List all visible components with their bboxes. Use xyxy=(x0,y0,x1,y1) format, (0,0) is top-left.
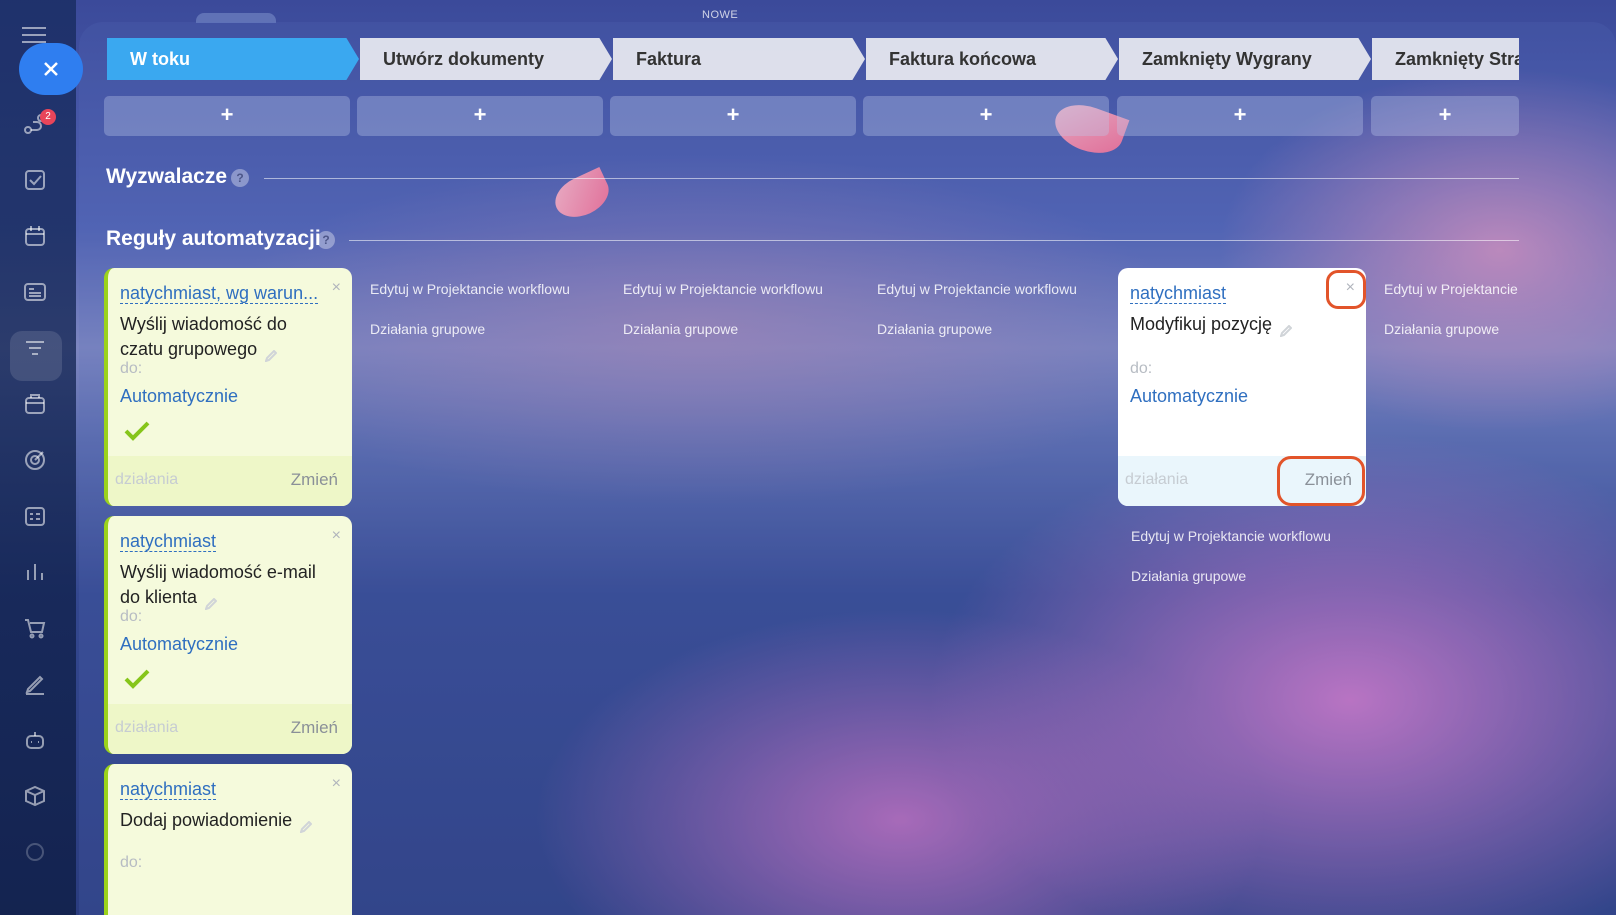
box-icon[interactable] xyxy=(21,782,49,810)
group-actions-link[interactable]: Działania grupowe xyxy=(623,321,738,337)
actions-label: działania xyxy=(115,719,179,736)
stage-bar: W toku Utwórz dokumenty Faktura Faktura … xyxy=(107,38,1519,80)
menu-icon[interactable] xyxy=(22,27,46,43)
rules-heading: Reguły automatyzacji xyxy=(106,227,321,250)
rule-title-text: Wyślij wiadomość do czatu grupowego xyxy=(120,314,287,359)
rule-title-text: Wyślij wiadomość e-mail do klienta xyxy=(120,562,316,607)
triggers-heading: Wyzwalacze xyxy=(106,165,228,188)
add-button[interactable]: + xyxy=(863,96,1109,136)
schedule-icon[interactable] xyxy=(21,502,49,530)
news-icon[interactable] xyxy=(21,278,49,306)
add-row: + + + + + + xyxy=(79,96,1519,136)
left-sidebar xyxy=(0,0,76,915)
stage-faktura[interactable]: Faktura xyxy=(613,38,865,80)
robot-icon[interactable] xyxy=(21,726,49,754)
card-footer: działania Zmień xyxy=(108,456,352,506)
trigger-link[interactable]: natychmiast xyxy=(120,531,217,552)
rule-title-text: Modyfikuj pozycję xyxy=(1130,314,1273,334)
trigger-link[interactable]: natychmiast xyxy=(1130,283,1227,304)
close-icon[interactable]: × xyxy=(332,528,341,544)
stage-faktura-koncowa[interactable]: Faktura końcowa xyxy=(866,38,1118,80)
highlight-ring-close xyxy=(1326,270,1366,309)
assignee-link[interactable]: Automatycznie xyxy=(1130,386,1248,407)
add-button[interactable]: + xyxy=(357,96,603,136)
funnel-icon[interactable] xyxy=(21,334,49,362)
edit-workflow-link[interactable]: Edytuj w Projektancie workflowu xyxy=(1131,528,1331,544)
pencil-icon[interactable] xyxy=(299,815,313,834)
to-label: do: xyxy=(120,360,143,377)
to-label: do: xyxy=(120,608,143,625)
stage-utworz-dokumenty[interactable]: Utwórz dokumenty xyxy=(360,38,612,80)
help-icon[interactable]: ? xyxy=(231,169,249,187)
rule-card[interactable]: natychmiast × Dodaj powiadomienie do: xyxy=(104,764,352,915)
add-button[interactable]: + xyxy=(610,96,856,136)
pencil-icon[interactable] xyxy=(264,344,278,363)
actions-label: działania xyxy=(1125,471,1189,488)
analytics-icon[interactable] xyxy=(21,558,49,586)
target-icon[interactable] xyxy=(21,446,49,474)
sign-icon[interactable] xyxy=(21,670,49,698)
rule-title: Dodaj powiadomienie xyxy=(120,808,330,834)
stage-w-toku[interactable]: W toku xyxy=(107,38,359,80)
add-button[interactable]: + xyxy=(104,96,350,136)
add-button[interactable]: + xyxy=(1117,96,1363,136)
actions-label: działania xyxy=(115,471,179,488)
assignee-link[interactable]: Automatycznie xyxy=(120,634,238,655)
help-icon[interactable]: ? xyxy=(317,231,335,249)
change-button[interactable]: Zmień xyxy=(291,470,338,490)
group-actions-link[interactable]: Działania grupowe xyxy=(1131,568,1246,584)
edit-workflow-link[interactable]: Edytuj w Projektancie xyxy=(1384,281,1518,297)
calendar-icon[interactable] xyxy=(21,222,49,250)
divider xyxy=(349,240,1519,241)
trigger-link[interactable]: natychmiast xyxy=(120,779,217,800)
check-icon xyxy=(124,669,150,689)
rule-card[interactable]: natychmiast, wg warun... × Wyślij wiadom… xyxy=(104,268,352,506)
rule-title: Wyślij wiadomość do czatu grupowego xyxy=(120,312,330,363)
stage-zamkniety-wygrany[interactable]: Zamknięty Wygrany xyxy=(1119,38,1371,80)
stage-zamkniety-stracony[interactable]: Zamknięty Strac xyxy=(1372,38,1519,80)
group-actions-link[interactable]: Działania grupowe xyxy=(877,321,992,337)
check-icon xyxy=(124,421,150,441)
rule-title-text: Dodaj powiadomienie xyxy=(120,810,293,830)
rule-card[interactable]: natychmiast × Wyślij wiadomość e-mail do… xyxy=(104,516,352,754)
close-icon[interactable]: × xyxy=(332,280,341,296)
top-label: NOWE xyxy=(702,9,739,21)
card-footer: działania Zmień xyxy=(108,704,352,754)
edit-workflow-link[interactable]: Edytuj w Projektancie workflowu xyxy=(877,281,1077,297)
settings-icon[interactable] xyxy=(21,838,49,866)
tasks-icon[interactable] xyxy=(21,166,49,194)
pencil-icon[interactable] xyxy=(204,592,218,611)
store-icon[interactable] xyxy=(21,390,49,418)
pencil-icon[interactable] xyxy=(1279,319,1293,338)
rule-title: Wyślij wiadomość e-mail do klienta xyxy=(120,560,330,611)
close-slider-button[interactable] xyxy=(19,43,83,95)
close-icon xyxy=(44,62,58,76)
edit-workflow-link[interactable]: Edytuj w Projektancie workflowu xyxy=(370,281,570,297)
petal-decoration xyxy=(548,166,616,226)
group-actions-link[interactable]: Działania grupowe xyxy=(1384,321,1499,337)
rule-title: Modyfikuj pozycję xyxy=(1130,312,1340,338)
to-label: do: xyxy=(1130,360,1153,377)
close-icon[interactable]: × xyxy=(332,776,341,792)
edit-workflow-link[interactable]: Edytuj w Projektancie workflowu xyxy=(623,281,823,297)
group-actions-link[interactable]: Działania grupowe xyxy=(370,321,485,337)
add-button[interactable]: + xyxy=(1371,96,1519,136)
notification-badge: 2 xyxy=(40,109,56,125)
change-button[interactable]: Zmień xyxy=(291,718,338,738)
cart-icon[interactable] xyxy=(21,614,49,642)
highlight-ring-change xyxy=(1277,456,1365,506)
assignee-link[interactable]: Automatycznie xyxy=(120,386,238,407)
trigger-link[interactable]: natychmiast, wg warun... xyxy=(120,283,319,304)
to-label: do: xyxy=(120,854,143,871)
divider xyxy=(264,178,1519,179)
automation-panel: W toku Utwórz dokumenty Faktura Faktura … xyxy=(79,22,1616,915)
